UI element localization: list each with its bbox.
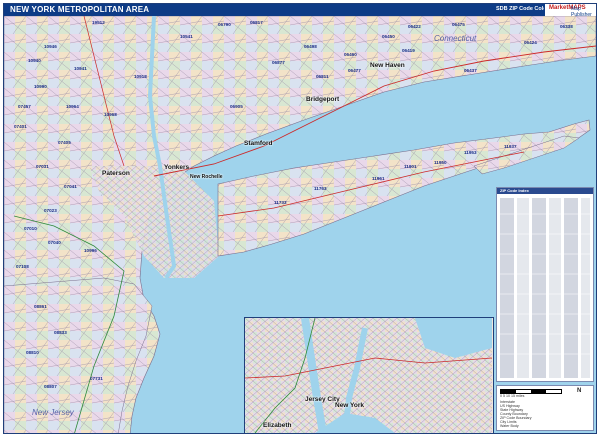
zip-label: 10964 (66, 104, 79, 109)
scale-label: 0 5 10 15 miles (500, 394, 525, 398)
zip-label: 10968 (104, 112, 117, 117)
zip-label: 10940 (28, 58, 41, 63)
label-new-rochelle: New Rochelle (190, 174, 223, 180)
zip-label: 07031 (36, 164, 49, 169)
zip-label: 06498 (304, 44, 317, 49)
label-bridgeport: Bridgeport (306, 96, 340, 103)
zip-label: 08810 (26, 350, 39, 355)
zip-label: 06817 (250, 20, 263, 25)
legend-panel: 0 5 10 15 miles N Interstate US Highway … (496, 385, 594, 431)
zip-label: 07041 (64, 184, 77, 189)
zip-label: 10996 (84, 248, 97, 253)
zip-label: 11901 (404, 164, 417, 169)
zip-label: 07731 (90, 376, 103, 381)
map-frame: NEW YORK METROPOLITAN AREA SDB ZIP Code … (3, 3, 597, 434)
zip-label: 06422 (408, 24, 421, 29)
zip-label: 11733 (274, 200, 287, 205)
zip-label: 06877 (272, 60, 285, 65)
zip-label: 11953 (464, 150, 477, 155)
zip-index-panel: ZIP Code Index (496, 187, 594, 382)
zip-label: 06419 (402, 48, 415, 53)
zip-label: 07023 (44, 208, 57, 213)
zip-label: 10941 (74, 66, 87, 71)
inset-canvas (245, 318, 493, 433)
zip-index-columns (497, 198, 593, 378)
title-bar: NEW YORK METROPOLITAN AREA SDB ZIP Code … (4, 4, 596, 18)
zip-label: 06477 (348, 68, 361, 73)
brand-tagline: Map Publisher (571, 6, 592, 18)
zip-label: 10541 (180, 34, 193, 39)
zip-label: 11763 (314, 186, 327, 191)
zip-label: 10946 (44, 44, 57, 49)
zip-label: 07040 (48, 240, 61, 245)
zip-label: 06905 (230, 104, 243, 109)
zip-label: 07108 (16, 264, 29, 269)
zip-label: 07405 (58, 140, 71, 145)
zip-label: 11961 (372, 176, 385, 181)
label-elizabeth: Elizabeth (263, 422, 292, 429)
zip-label: 06437 (464, 68, 477, 73)
label-new-haven: New Haven (370, 62, 405, 69)
zip-label: 08807 (44, 384, 57, 389)
label-stamford: Stamford (244, 140, 273, 147)
zip-label: 06790 (218, 22, 231, 27)
zip-label: 06475 (452, 22, 465, 27)
label-paterson: Paterson (102, 170, 130, 177)
zip-label: 06338 (560, 24, 573, 29)
zip-label: 07401 (14, 124, 27, 129)
label-new-jersey: New Jersey (32, 408, 74, 417)
north-arrow: N (577, 388, 582, 394)
zip-label: 11937 (504, 144, 517, 149)
label-new-york: New York (335, 402, 365, 409)
map-title: NEW YORK METROPOLITAN AREA (10, 5, 150, 14)
zip-label: 10918 (134, 74, 147, 79)
brand-logo: MarketMAPS Map Publisher (544, 4, 596, 18)
label-connecticut: Connecticut (434, 34, 477, 43)
zip-label: 07457 (18, 104, 31, 109)
label-yonkers: Yonkers (164, 164, 190, 171)
zip-label: 06811 (316, 74, 329, 79)
zip-label: 07010 (24, 226, 37, 231)
zip-label: 08833 (54, 330, 67, 335)
inset-map: Jersey City New York Elizabeth (244, 317, 494, 433)
zip-label: 11950 (434, 160, 447, 165)
zip-label: 10990 (34, 84, 47, 89)
legend-row: Water Body (500, 424, 519, 428)
zip-label: 06450 (382, 34, 395, 39)
zip-label: 06460 (344, 52, 357, 57)
zip-label: 08861 (34, 304, 47, 309)
zip-label: 19512 (92, 20, 105, 25)
zip-label: 06424 (524, 40, 537, 45)
